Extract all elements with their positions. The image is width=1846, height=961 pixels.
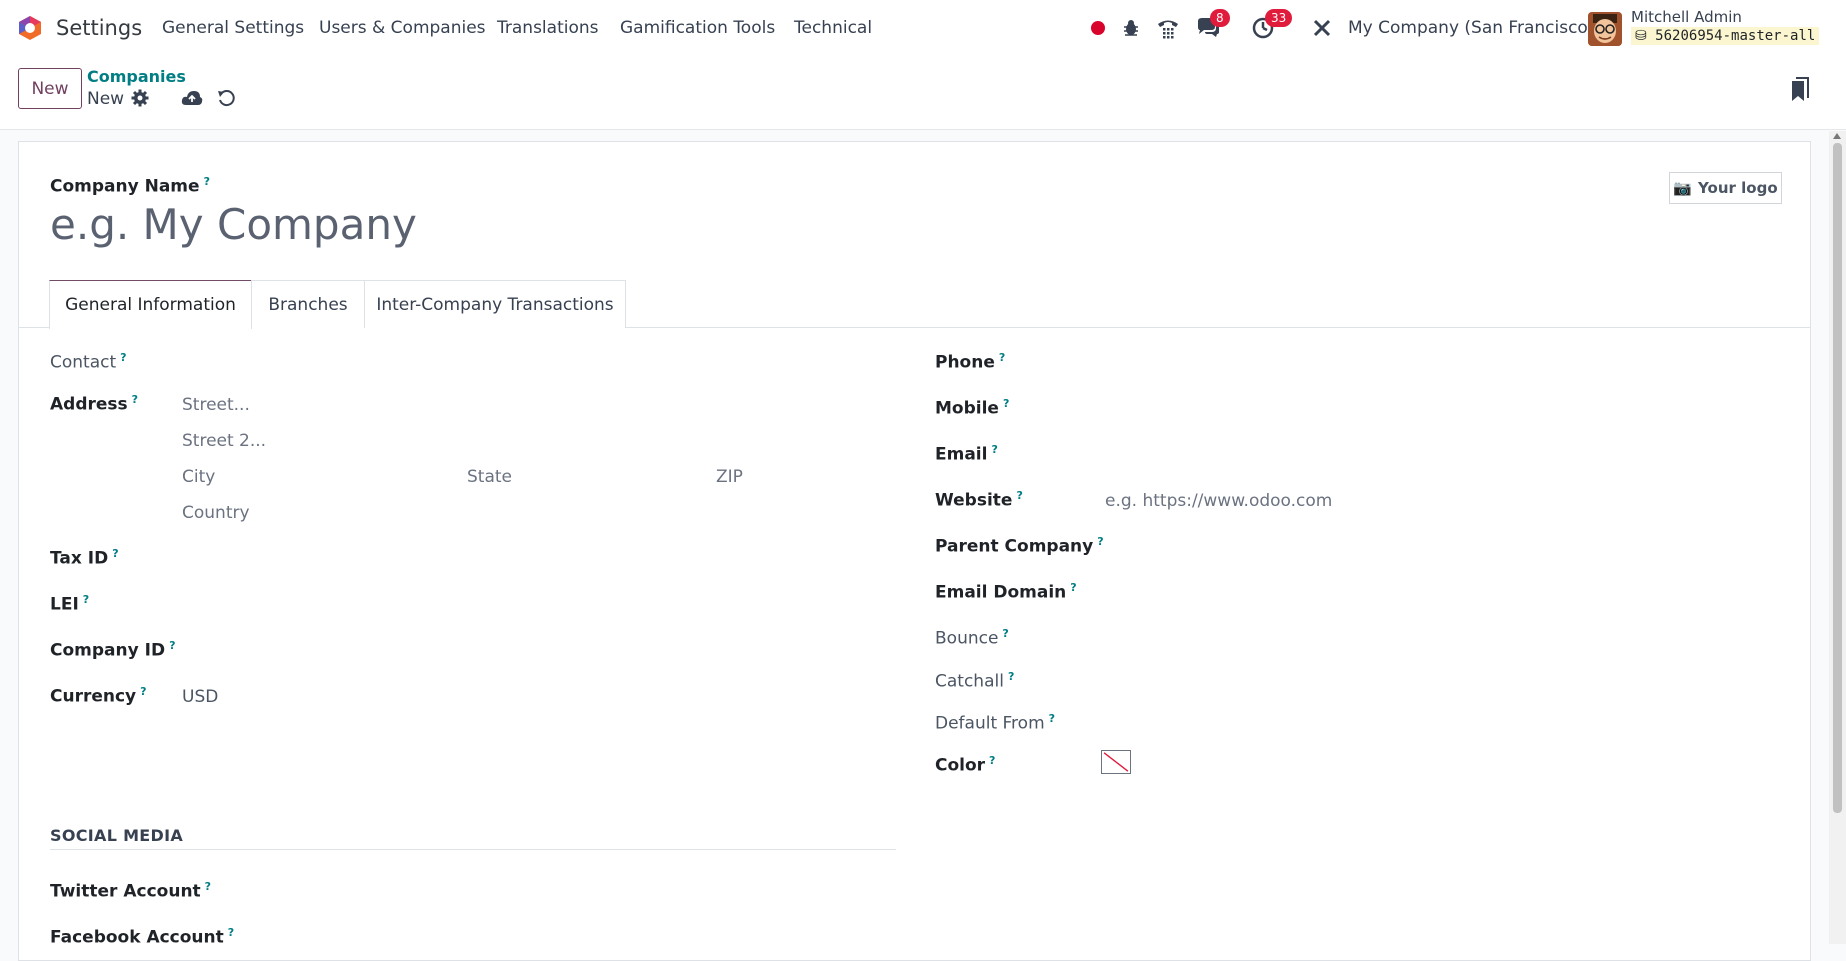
- messages-badge: 8: [1210, 9, 1230, 27]
- section-divider: [50, 849, 896, 850]
- default-from-label: Default From?: [935, 712, 1056, 734]
- company-switcher[interactable]: My Company (San Francisco): [1348, 18, 1594, 38]
- logo-upload-button[interactable]: 📷 Your logo: [1669, 172, 1782, 204]
- database-name: ⛁ 56206954-master-all: [1631, 27, 1820, 45]
- twitter-account-label: Twitter Account?: [50, 880, 212, 902]
- catchall-label: Catchall?: [935, 670, 1015, 692]
- address-label: Address?: [50, 393, 139, 415]
- street2-input[interactable]: Street 2...: [182, 431, 266, 451]
- user-name[interactable]: Mitchell Admin: [1631, 8, 1742, 26]
- zip-input[interactable]: ZIP: [716, 467, 743, 487]
- phone-label: Phone?: [935, 351, 1006, 373]
- bug-icon[interactable]: [1117, 14, 1145, 42]
- tab-branches[interactable]: Branches: [251, 280, 365, 328]
- color-picker[interactable]: [1101, 750, 1131, 774]
- tab-inter-company-transactions[interactable]: Inter-Company Transactions: [364, 280, 626, 328]
- form-sheet: Company Name? e.g. My Company 📷 Your log…: [18, 141, 1811, 961]
- country-input[interactable]: Country: [182, 503, 250, 523]
- tools-icon[interactable]: [1308, 14, 1336, 42]
- email-domain-label: Email Domain?: [935, 581, 1077, 603]
- breadcrumb-current: New: [87, 89, 125, 109]
- company-id-label: Company ID?: [50, 639, 176, 661]
- color-label: Color?: [935, 754, 996, 776]
- cloud-upload-icon[interactable]: [181, 87, 203, 109]
- discard-icon[interactable]: [215, 87, 237, 109]
- menu-translations[interactable]: Translations: [497, 18, 599, 38]
- control-panel: New Companies New: [0, 57, 1846, 130]
- help-tooltip[interactable]: ?: [204, 175, 210, 188]
- contact-label: Contact?: [50, 351, 127, 373]
- lei-label: LEI?: [50, 593, 90, 615]
- parent-company-label: Parent Company?: [935, 535, 1104, 557]
- breadcrumb-companies[interactable]: Companies: [87, 67, 186, 86]
- activities-badge: 33: [1265, 9, 1293, 27]
- company-name-label: Company Name?: [50, 175, 210, 197]
- gear-icon[interactable]: [129, 87, 151, 109]
- menu-general-settings[interactable]: General Settings: [162, 18, 304, 38]
- city-input[interactable]: City: [182, 467, 215, 487]
- vertical-scrollbar[interactable]: [1829, 131, 1846, 944]
- phone-icon[interactable]: [1154, 14, 1182, 42]
- company-name-input[interactable]: e.g. My Company: [50, 200, 417, 249]
- chat-icon[interactable]: 8: [1194, 9, 1230, 42]
- state-input[interactable]: State: [467, 467, 512, 487]
- street-input[interactable]: Street...: [182, 395, 250, 415]
- website-label: Website?: [935, 489, 1023, 511]
- new-button[interactable]: New: [18, 68, 82, 109]
- currency-select[interactable]: USD: [182, 687, 218, 707]
- bounce-label: Bounce?: [935, 627, 1009, 649]
- menu-gamification-tools[interactable]: Gamification Tools: [620, 18, 775, 38]
- tax-id-label: Tax ID?: [50, 547, 119, 569]
- menu-users-companies[interactable]: Users & Companies: [319, 18, 486, 38]
- app-name[interactable]: Settings: [56, 16, 142, 40]
- camera-icon: 📷: [1673, 179, 1693, 197]
- user-avatar[interactable]: [1588, 12, 1622, 46]
- bookmark-icon[interactable]: [1788, 77, 1812, 103]
- record-dot-icon[interactable]: [1084, 14, 1112, 42]
- scrollbar-thumb[interactable]: [1833, 143, 1842, 813]
- social-media-heading: SOCIAL MEDIA: [50, 826, 184, 845]
- currency-label: Currency?: [50, 685, 147, 707]
- app-logo-icon[interactable]: [17, 15, 43, 41]
- menu-technical[interactable]: Technical: [794, 18, 872, 38]
- email-label: Email?: [935, 443, 998, 465]
- top-navbar: Settings General Settings Users & Compan…: [0, 0, 1846, 57]
- clock-icon[interactable]: 33: [1249, 9, 1293, 42]
- scroll-up-arrow-icon[interactable]: [1833, 133, 1841, 139]
- mobile-label: Mobile?: [935, 397, 1010, 419]
- website-input[interactable]: e.g. https://www.odoo.com: [1105, 491, 1332, 511]
- facebook-account-label: Facebook Account?: [50, 926, 235, 948]
- form-tabs: General Information Branches Inter-Compa…: [19, 280, 1810, 329]
- tab-general-information[interactable]: General Information: [49, 280, 252, 329]
